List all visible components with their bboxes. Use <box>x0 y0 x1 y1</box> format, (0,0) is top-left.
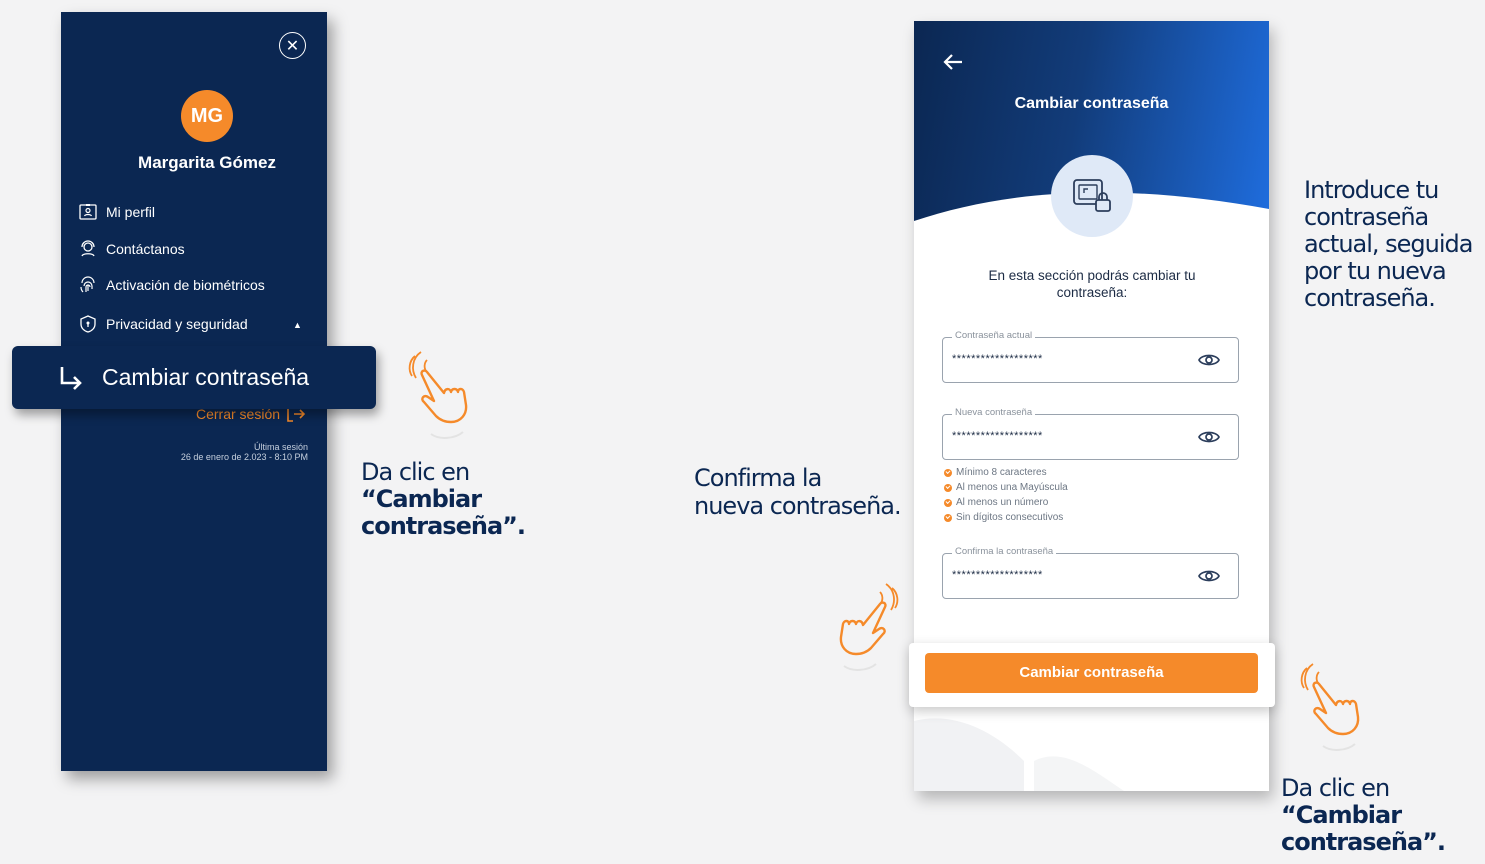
password-rules: Mínimo 8 caracteres Al menos una Mayúscu… <box>944 465 1068 525</box>
rule-text: Al menos una Mayúscula <box>956 482 1068 493</box>
rule-text: Mínimo 8 caracteres <box>956 467 1047 478</box>
menu-item-label: Privacidad y seguridad <box>106 316 248 332</box>
lock-illustration <box>1051 155 1133 237</box>
change-password-button[interactable]: Cambiar contraseña <box>925 653 1258 693</box>
subdirectory-arrow-icon <box>60 366 82 390</box>
menu-item-label: Contáctanos <box>106 241 185 257</box>
caption-line: “Cambiar <box>1281 801 1402 829</box>
menu-item-label: Activación de biométricos <box>106 277 265 293</box>
caption-line: contraseña. <box>1304 284 1436 312</box>
password-lock-icon <box>1073 179 1111 212</box>
menu-item-privacy[interactable]: Privacidad y seguridad <box>78 312 248 336</box>
shield-icon <box>80 315 96 333</box>
caption-line: Introduce tu <box>1304 176 1439 204</box>
caption-line: “Cambiar <box>361 485 482 513</box>
profile-badge-icon <box>79 204 97 220</box>
menu-item-profile[interactable]: Mi perfil <box>78 200 155 224</box>
rule-item: Sin dígitos consecutivos <box>944 510 1068 525</box>
check-icon <box>944 483 952 492</box>
last-session-date: 26 de enero de 2.023 - 8:10 PM <box>180 452 308 462</box>
field-value: ******************* <box>952 569 1043 581</box>
check-icon <box>944 468 952 477</box>
eye-icon[interactable] <box>1198 351 1220 369</box>
field-label: Nueva contraseña <box>952 407 1036 418</box>
fingerprint-icon <box>80 276 95 293</box>
eye-icon[interactable] <box>1198 567 1220 585</box>
caption-line: Da clic en <box>361 458 470 486</box>
user-name: Margarita Gómez <box>138 153 276 172</box>
caption-line: Da clic en <box>1281 774 1390 802</box>
caption-confirm: Confirma la nueva contraseña. <box>694 464 902 520</box>
caption-line: por tu nueva <box>1304 257 1447 285</box>
rule-item: Al menos una Mayúscula <box>944 480 1068 495</box>
field-label: Confirma la contraseña <box>952 546 1057 557</box>
current-password-field[interactable]: Contraseña actual ******************* <box>942 330 1239 383</box>
check-icon <box>944 498 952 507</box>
menu-item-contact[interactable]: Contáctanos <box>78 237 185 261</box>
support-agent-icon <box>81 240 95 257</box>
screen-title: Cambiar contraseña <box>1014 95 1169 112</box>
menu-item-biometrics[interactable]: Activación de biométricos <box>78 273 265 297</box>
field-value: ******************* <box>952 430 1043 442</box>
caption-line: contraseña”. <box>1281 828 1446 856</box>
rule-text: Sin dígitos consecutivos <box>956 512 1064 523</box>
caption-line: contraseña”. <box>361 512 526 540</box>
submit-card: Cambiar contraseña <box>909 643 1275 707</box>
hand-tap-icon <box>1300 663 1360 751</box>
chevron-up-icon[interactable]: ▲ <box>293 320 302 330</box>
rule-text: Al menos un número <box>956 497 1049 508</box>
hand-tap-icon <box>408 351 468 439</box>
intro-text: En esta sección podrás cambiar tu contra… <box>988 268 1196 300</box>
confirm-password-field[interactable]: Confirma la contraseña *****************… <box>942 546 1239 599</box>
rule-item: Mínimo 8 caracteres <box>944 465 1068 480</box>
menu-item-label: Mi perfil <box>106 204 156 220</box>
eye-icon[interactable] <box>1198 428 1220 446</box>
last-session-label: Última sesión <box>253 442 308 452</box>
avatar: MG <box>181 90 233 142</box>
back-arrow-icon[interactable] <box>942 51 964 73</box>
field-label: Contraseña actual <box>952 330 1036 341</box>
caption-instructions: Introduce tu contraseña actual, seguida … <box>1304 176 1473 312</box>
caption-line: actual, seguida <box>1304 230 1473 258</box>
background-decoration <box>914 718 1124 791</box>
hand-tap-icon <box>839 583 899 671</box>
check-icon <box>944 513 952 522</box>
change-password-label: Cambiar contraseña <box>102 364 310 390</box>
caption-line: contraseña <box>1304 203 1429 231</box>
caption-click-change: Da clic en “Cambiar contraseña”. <box>361 458 526 540</box>
field-value: ******************* <box>952 353 1043 365</box>
caption-click-submit: Da clic en “Cambiar contraseña”. <box>1281 774 1446 856</box>
change-password-menu-item[interactable]: Cambiar contraseña <box>12 346 376 409</box>
new-password-field[interactable]: Nueva contraseña ******************* <box>942 407 1239 460</box>
rule-item: Al menos un número <box>944 495 1068 510</box>
caption-line: nueva contraseña. <box>694 492 902 520</box>
caption-line: Confirma la <box>694 464 822 492</box>
close-icon[interactable]: ✕ <box>279 32 306 59</box>
